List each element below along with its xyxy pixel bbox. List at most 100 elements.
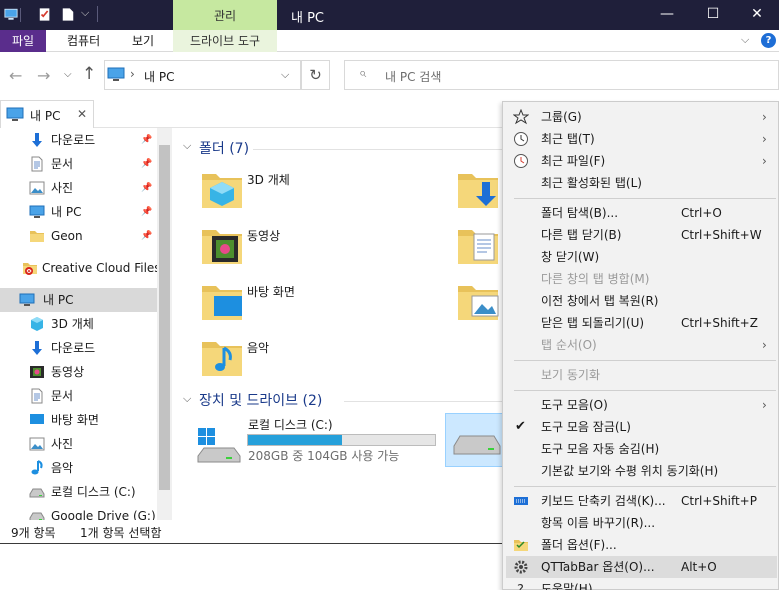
up-button[interactable]: ↑ <box>82 64 96 84</box>
menu-item-3[interactable]: 최근 활성화된 탭(L) <box>506 172 777 194</box>
sidebar-item[interactable]: Geon 📌 <box>0 224 157 248</box>
menu-item-24[interactable]: ? 도움말(H) <box>506 578 777 590</box>
download-arrow-icon <box>29 132 45 148</box>
menu-item-23[interactable]: QTTabBar 옵션(O)... Alt+O <box>506 556 777 578</box>
gear-icon <box>513 559 529 575</box>
expand-ribbon-icon[interactable]: ⌵ <box>741 33 749 47</box>
sidebar-item[interactable]: 다운로드 <box>0 336 157 360</box>
folder-item-music[interactable]: 음악 <box>200 336 440 386</box>
menu-item-label: 도구 모음 자동 숨김(H) <box>541 442 660 456</box>
document-icon <box>29 388 45 404</box>
folder-item-videos[interactable]: 동영상 <box>200 224 440 274</box>
sidebar-item[interactable]: Creative Cloud Files <box>0 256 161 280</box>
music-icon <box>29 460 45 476</box>
forward-button[interactable]: → <box>37 66 50 85</box>
menu-item-11[interactable]: 탭 순서(O) › <box>506 334 777 356</box>
sidebar-item-label: 사진 <box>51 437 74 451</box>
menu-item-label: 그룹(G) <box>541 110 582 124</box>
sidebar-item[interactable]: 바탕 화면 <box>0 408 157 432</box>
menu-item-22[interactable]: 폴더 옵션(F)... <box>506 534 777 556</box>
recent-locations-button[interactable]: ⌵ <box>64 69 72 80</box>
menu-item-16[interactable]: ✔ 도구 모음 잠금(L) <box>506 416 777 438</box>
menu-item-shortcut: Ctrl+Shift+P <box>681 494 757 508</box>
menu-item-0[interactable]: 그룹(G) › <box>506 106 777 128</box>
menu-item-10[interactable]: 닫은 탭 되돌리기(U) Ctrl+Shift+Z <box>506 312 777 334</box>
tab-file[interactable]: 파일 <box>0 30 46 52</box>
menu-item-1[interactable]: 최근 탭(T) › <box>506 128 777 150</box>
documents-folder-icon[interactable] <box>456 224 500 268</box>
drive-item-g[interactable] <box>445 413 505 467</box>
title-bar: ⌵ 관리 내 PC — ☐ ✕ <box>0 0 779 30</box>
maximize-button[interactable]: ☐ <box>690 0 736 30</box>
help-icon[interactable]: ? <box>761 33 776 48</box>
sidebar-item-label: 다운로드 <box>51 133 96 147</box>
sidebar-item[interactable]: 3D 개체 <box>0 312 157 336</box>
tab-manage[interactable]: 관리 <box>173 0 277 30</box>
folder-item-3d-objects[interactable]: 3D 개체 <box>200 168 440 218</box>
menu-item-20[interactable]: 키보드 단축키 검색(K)... Ctrl+Shift+P <box>506 490 777 512</box>
computer-icon <box>107 67 125 81</box>
menu-item-15[interactable]: 도구 모음(O) › <box>506 394 777 416</box>
sidebar-item[interactable]: 사진 <box>0 432 157 456</box>
sidebar-item[interactable]: 내 PC 📌 <box>0 200 157 224</box>
sidebar-item[interactable]: 문서 📌 <box>0 152 157 176</box>
desktop-icon <box>29 412 45 428</box>
folders-group-header[interactable]: 폴더 (7) <box>199 138 249 158</box>
tab-my-pc[interactable]: 내 PC ✕ <box>0 100 94 128</box>
downloads-folder-icon[interactable] <box>456 168 500 212</box>
menu-item-8[interactable]: 다른 창의 탭 병합(M) <box>506 268 777 290</box>
menu-item-13[interactable]: 보기 동기화 <box>506 364 777 386</box>
sidebar-item-label: Creative Cloud Files <box>42 261 161 275</box>
menu-item-6[interactable]: 다른 탭 닫기(B) Ctrl+Shift+W <box>506 224 777 246</box>
menu-item-5[interactable]: 폴더 탐색(B)... Ctrl+O <box>506 202 777 224</box>
sidebar-item-label: 다운로드 <box>51 341 96 355</box>
menu-item-label: 도구 모음(O) <box>541 398 608 412</box>
refresh-button[interactable]: ↻ <box>301 60 330 90</box>
sidebar-item[interactable]: 사진 📌 <box>0 176 157 200</box>
menu-item-7[interactable]: 창 닫기(W) <box>506 246 777 268</box>
tab-close-icon[interactable]: ✕ <box>77 107 87 121</box>
tab-view[interactable]: 보기 <box>132 30 154 52</box>
close-button[interactable]: ✕ <box>734 0 779 30</box>
menu-item-label: 폴더 탐색(B)... <box>541 206 619 220</box>
customize-quick-access-icon[interactable]: ⌵ <box>81 6 89 20</box>
back-button[interactable]: ← <box>9 66 22 85</box>
address-bar[interactable]: › 내 PC ⌵ <box>104 60 301 90</box>
folder-label: 음악 <box>247 341 270 355</box>
computer-icon <box>19 292 35 308</box>
search-input[interactable]: ⌕ 내 PC 검색 <box>344 60 779 90</box>
sidebar-item[interactable]: 다운로드 📌 <box>0 128 157 152</box>
sidebar-item-label: 내 PC <box>43 293 74 307</box>
menu-item-9[interactable]: 이전 창에서 탭 복원(R) <box>506 290 777 312</box>
menu-item-label: 도구 모음 잠금(L) <box>541 420 631 434</box>
breadcrumb-item[interactable]: 내 PC <box>144 68 174 85</box>
computer-icon <box>6 107 24 121</box>
menu-item-21[interactable]: 항목 이름 바꾸기(R)... <box>506 512 777 534</box>
sidebar-item[interactable]: 음악 <box>0 456 157 480</box>
menu-item-2[interactable]: 최근 파일(F) › <box>506 150 777 172</box>
menu-item-shortcut: Alt+O <box>681 560 717 574</box>
menu-item-18[interactable]: 기본값 보기와 수평 위치 동기화(H) <box>506 460 777 482</box>
menu-item-17[interactable]: 도구 모음 자동 숨김(H) <box>506 438 777 460</box>
sidebar-item[interactable]: 문서 <box>0 384 157 408</box>
menu-item-label: 다른 창의 탭 병합(M) <box>541 272 650 286</box>
pictures-folder-icon[interactable] <box>456 280 500 324</box>
minimize-button[interactable]: — <box>644 0 690 30</box>
tab-computer[interactable]: 컴퓨터 <box>67 30 100 52</box>
scrollbar-thumb[interactable] <box>159 145 170 490</box>
properties-icon[interactable] <box>38 7 52 22</box>
drives-group-header[interactable]: 장치 및 드라이브 (2) <box>199 390 322 410</box>
address-dropdown-icon[interactable]: ⌵ <box>281 68 289 82</box>
computer-icon[interactable] <box>4 7 18 22</box>
sidebar-item-label: 로컬 디스크 (C:) <box>51 485 136 499</box>
sidebar-item[interactable]: 동영상 <box>0 360 157 384</box>
new-document-icon[interactable] <box>61 7 75 22</box>
breadcrumb-separator-icon[interactable]: › <box>130 67 135 81</box>
collapse-chevron-icon[interactable]: ⌵ <box>183 392 191 406</box>
folder-item-desktop[interactable]: 바탕 화면 <box>200 280 440 330</box>
sidebar-item[interactable]: 내 PC <box>0 288 157 312</box>
sidebar-item[interactable]: 로컬 디스크 (C:) <box>0 480 157 504</box>
pin-icon: 📌 <box>141 183 153 193</box>
collapse-chevron-icon[interactable]: ⌵ <box>183 139 191 153</box>
tab-drive-tools[interactable]: 드라이브 도구 <box>173 30 277 52</box>
